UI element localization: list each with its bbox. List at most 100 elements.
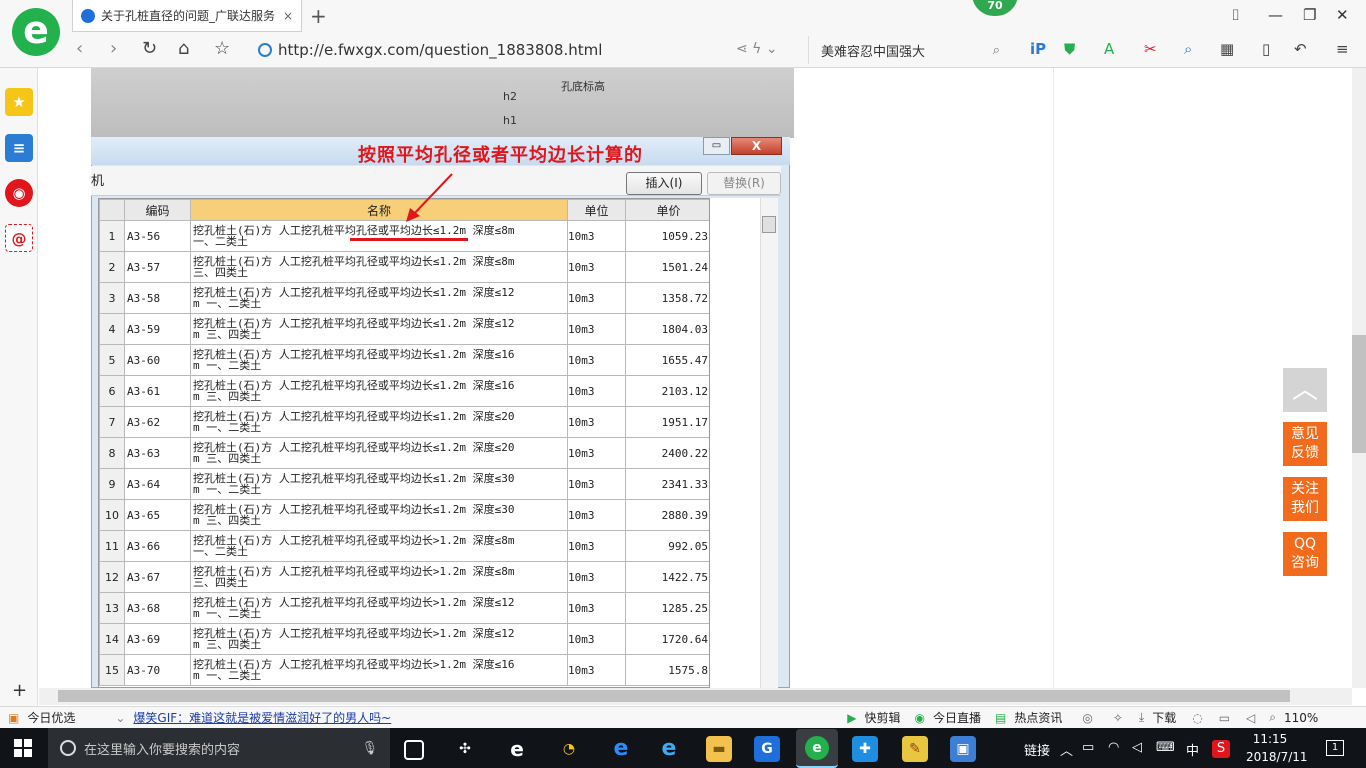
home-icon[interactable]: ⌂	[178, 38, 189, 59]
microphone-icon[interactable]: 🎙	[361, 741, 378, 756]
col-header-name[interactable]: 名称	[190, 199, 568, 221]
dialog-restore-icon[interactable]: ▭	[703, 137, 730, 155]
clean-icon[interactable]: ◌	[1192, 711, 1202, 725]
table-row[interactable]: 1 A3-56 挖孔桩土(石)方 人工挖孔桩平均孔径或平均边长≤1.2m 深度≤8m…	[99, 220, 709, 252]
col-header-price[interactable]: 单价	[625, 199, 709, 221]
table-row[interactable]: 12 A3-67 挖孔桩土(石)方 人工挖孔桩平均孔径或平均边长>1.2m 深度≤8…	[99, 561, 709, 593]
translate-icon[interactable]: A	[1104, 40, 1114, 58]
keyboard-icon[interactable]: ⌨	[1156, 740, 1175, 755]
dialog-close-button[interactable]: X	[731, 137, 782, 155]
taskbar-search-input[interactable]: 在这里输入你要搜索的内容 🎙	[48, 728, 390, 768]
table-row[interactable]: 13 A3-68 挖孔桩土(石)方 人工挖孔桩平均孔径或平均边长>1.2m 深度≤1…	[99, 592, 709, 624]
undo-icon[interactable]: ↶	[1294, 40, 1307, 58]
feedback-button[interactable]: 意见 反馈	[1283, 422, 1327, 466]
apps-icon[interactable]: ▦	[1220, 40, 1234, 58]
360-browser-taskbar-icon[interactable]: e	[796, 729, 838, 768]
tray-expand-icon[interactable]: ︿	[1060, 740, 1073, 759]
bookmark-star-icon[interactable]: ☆	[214, 38, 230, 59]
scissors-icon[interactable]: ✂	[1144, 40, 1157, 58]
windows-start-icon[interactable]	[14, 739, 32, 757]
today-picks-link[interactable]: 今日优选	[27, 709, 75, 726]
mute-icon[interactable]: ◁	[1246, 711, 1255, 725]
gift-icon[interactable]: ▣	[8, 711, 19, 725]
sogou-icon[interactable]: S	[1212, 740, 1230, 758]
ip-icon[interactable]: iP	[1030, 40, 1046, 58]
col-header-code[interactable]: 编码	[124, 199, 191, 221]
ie-e-icon[interactable]: e	[504, 736, 530, 762]
ie-icon[interactable]: e	[656, 736, 682, 762]
hot-icon[interactable]: ▤	[995, 711, 1006, 725]
download-icon[interactable]: ⤓	[1139, 710, 1144, 725]
cortana-icon[interactable]	[60, 740, 76, 756]
tab-active[interactable]: 关于孔桩直径的问题_广联达服务 ×	[72, 0, 302, 32]
table-row[interactable]: 8 A3-63 挖孔桩土(石)方 人工挖孔桩平均孔径或平均边长≤1.2m 深度≤20…	[99, 437, 709, 469]
horizontal-scroll-thumb[interactable]	[58, 690, 1290, 702]
quick-cut-icon[interactable]: ▶	[847, 711, 856, 725]
magnifier-icon[interactable]: ⌕	[1184, 40, 1192, 58]
battery-icon[interactable]: ▭	[1082, 740, 1094, 755]
table-row[interactable]: 4 A3-59 挖孔桩土(石)方 人工挖孔桩平均孔径或平均边长≤1.2m 深度≤12…	[99, 313, 709, 345]
qq-consult-button[interactable]: QQ 咨询	[1283, 532, 1327, 576]
glodon-g-icon[interactable]: G	[754, 736, 780, 762]
speed-icon[interactable]: ◎	[1082, 711, 1092, 725]
new-tab-button[interactable]: +	[310, 4, 327, 28]
search-input[interactable]: 美难容忍中国强大 ⌕	[808, 36, 1008, 64]
fan-app-icon[interactable]: ✣	[452, 736, 478, 762]
add-sidebar-icon[interactable]: +	[12, 680, 27, 701]
hot-news-link[interactable]: 热点资讯	[1014, 709, 1062, 726]
browser-logo-icon[interactable]: e	[12, 8, 60, 56]
table-row[interactable]: 3 A3-58 挖孔桩土(石)方 人工挖孔桩平均孔径或平均边长≤1.2m 深度≤12…	[99, 282, 709, 314]
remote-app-icon[interactable]: ▣	[950, 736, 976, 762]
tab-close-icon[interactable]: ×	[283, 9, 293, 23]
table-row[interactable]: 11 A3-66 挖孔桩土(石)方 人工挖孔桩平均孔径或平均边长>1.2m 深度≤8…	[99, 530, 709, 562]
grid-scrollbar[interactable]	[760, 198, 778, 688]
table-row[interactable]: 7 A3-62 挖孔桩土(石)方 人工挖孔桩平均孔径或平均边长≤1.2m 深度≤20…	[99, 406, 709, 438]
page-scroll-thumb[interactable]	[1352, 335, 1366, 453]
table-row[interactable]: 9 A3-64 挖孔桩土(石)方 人工挖孔桩平均孔径或平均边长≤1.2m 深度≤30…	[99, 468, 709, 500]
minimize-icon[interactable]: —	[1268, 6, 1283, 24]
follow-us-button[interactable]: 关注 我们	[1283, 477, 1327, 521]
headline-link[interactable]: 爆笑GIF：难道这就是被爱情滋润好了的男人吗~	[133, 709, 391, 726]
table-row[interactable]: 6 A3-61 挖孔桩土(石)方 人工挖孔桩平均孔径或平均边长≤1.2m 深度≤16…	[99, 375, 709, 407]
news-icon[interactable]: ≡	[5, 134, 33, 162]
table-row[interactable]: 14 A3-69 挖孔桩土(石)方 人工挖孔桩平均孔径或平均边长>1.2m 深度≤1…	[99, 623, 709, 655]
address-bar[interactable]: http://e.fwxgx.com/question_1883808.html	[258, 36, 803, 64]
file-explorer-icon[interactable]: ▬	[706, 736, 732, 762]
mail-icon[interactable]: @	[5, 224, 33, 252]
restore-icon[interactable]: ❐	[1303, 6, 1316, 24]
window-close-icon[interactable]: ✕	[1336, 6, 1349, 24]
share-icon[interactable]: ⋖ ϟ ⌄	[736, 41, 778, 57]
weibo-icon[interactable]: ◉	[5, 179, 33, 207]
search-icon[interactable]: ⌕	[993, 43, 1000, 58]
edge-icon[interactable]: e	[608, 736, 634, 762]
skin-icon[interactable]: ⌷	[1231, 6, 1240, 24]
table-row[interactable]: 2 A3-57 挖孔桩土(石)方 人工挖孔桩平均孔径或平均边长≤1.2m 深度≤8m…	[99, 251, 709, 283]
refresh-icon[interactable]: ↻	[142, 38, 157, 59]
back-to-top-button[interactable]: ︿	[1283, 368, 1327, 412]
live-link[interactable]: 今日直播	[933, 709, 981, 726]
wifi-icon[interactable]: ◠	[1108, 740, 1119, 755]
menu-icon[interactable]: ≡	[1336, 40, 1349, 58]
zoom-level[interactable]: 110%	[1284, 711, 1318, 725]
col-header-unit[interactable]: 单位	[567, 199, 626, 221]
favorites-icon[interactable]: ★	[5, 88, 33, 116]
download-link[interactable]: 下载	[1152, 709, 1176, 726]
table-row[interactable]: 15 A3-70 挖孔桩土(石)方 人工挖孔桩平均孔径或平均边长>1.2m 深度≤1…	[99, 654, 709, 686]
chevron-down-icon[interactable]: ⌄	[115, 711, 125, 725]
live-icon[interactable]: ◉	[914, 711, 924, 725]
tool-app-icon[interactable]: ✚	[852, 736, 878, 762]
taskbar-clock[interactable]: 11:15 2018/7/11	[1246, 730, 1308, 766]
table-row[interactable]: 10 A3-65 挖孔桩土(石)方 人工挖孔桩平均孔径或平均边长≤1.2m 深度≤3…	[99, 499, 709, 531]
ime-indicator[interactable]: 中	[1186, 740, 1199, 759]
pin-icon[interactable]: ✧	[1113, 711, 1123, 725]
quick-cut-link[interactable]: 快剪辑	[864, 709, 900, 726]
volume-icon[interactable]: ◁	[1132, 740, 1142, 755]
notification-icon[interactable]: 1	[1326, 740, 1344, 756]
task-view-icon[interactable]	[404, 740, 424, 760]
link-toolbar-label[interactable]: 链接	[1024, 740, 1050, 759]
notepad-icon[interactable]: ✎	[902, 736, 928, 762]
reader-icon[interactable]: ▯	[1262, 40, 1270, 58]
zoom-icon[interactable]: ⌕	[1269, 710, 1276, 725]
back-icon[interactable]: ‹	[76, 38, 83, 59]
chat-app-icon[interactable]: ◔	[556, 736, 582, 762]
